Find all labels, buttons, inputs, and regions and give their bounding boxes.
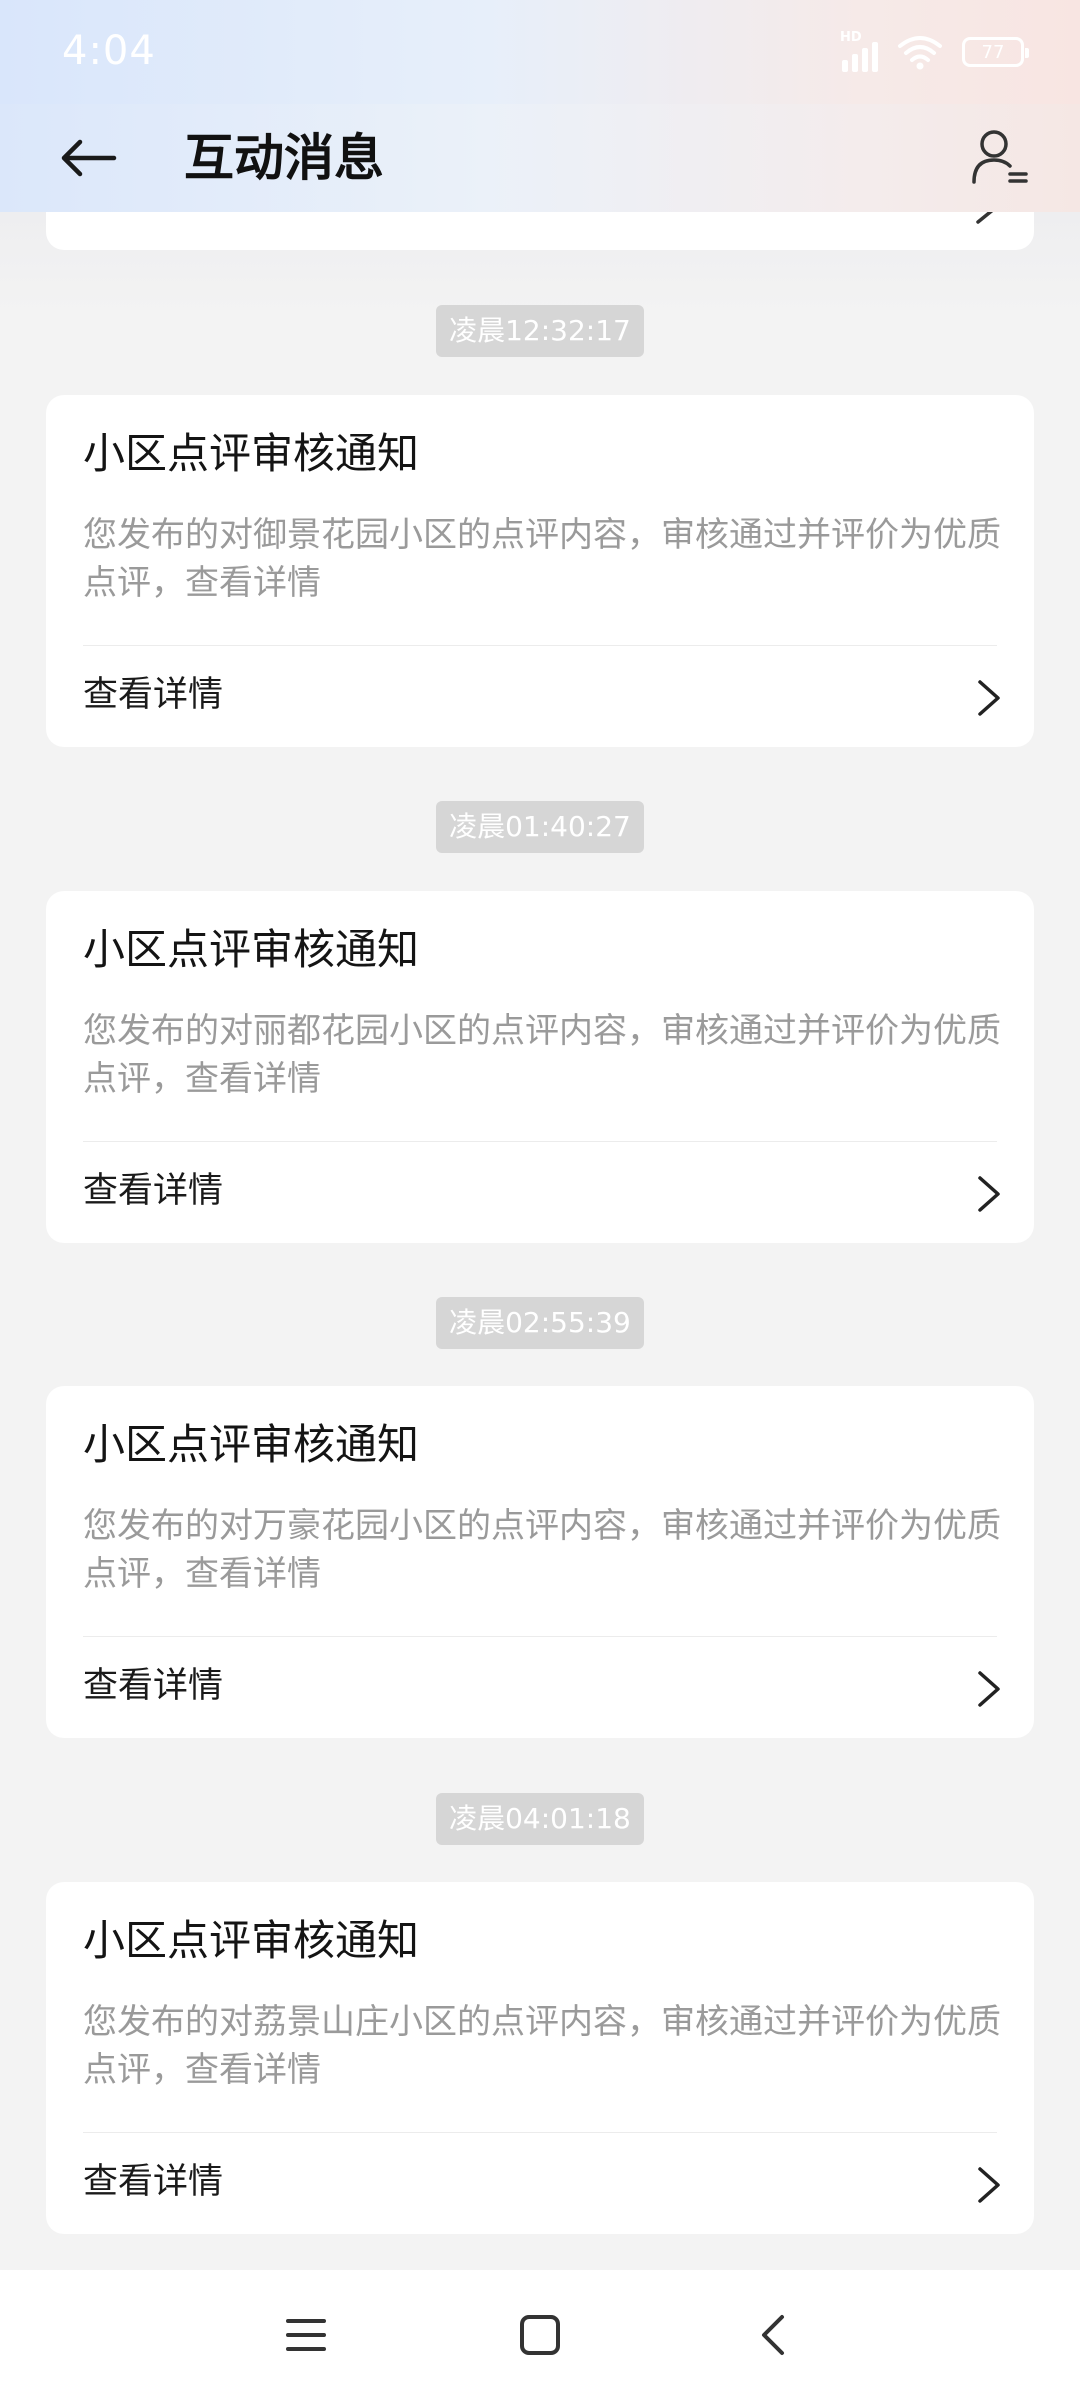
network-badge: HD <box>840 30 862 45</box>
message-title: 小区点评审核通知 <box>83 1916 420 1965</box>
battery-icon: 77 <box>962 37 1029 67</box>
message-body: 您发布的对丽都花园小区的点评内容，审核通过并评价为优质点评，查看详情 <box>83 1011 1001 1099</box>
timestamp-row: 凌晨04:01:18 <box>0 1793 1080 1845</box>
timestamp-row: 凌晨02:55:39 <box>0 1297 1080 1349</box>
system-back-button[interactable] <box>738 2300 808 2370</box>
message-timestamp: 凌晨12:32:17 <box>436 305 644 357</box>
user-list-icon <box>972 130 1028 184</box>
message-body: 您发布的对万豪花园小区的点评内容，审核通过并评价为优质点评，查看详情 <box>83 1506 1001 1594</box>
header: 互动消息 <box>0 104 1080 212</box>
chevron-right-icon <box>978 680 1000 716</box>
message-title: 小区点评审核通知 <box>83 925 420 974</box>
recent-apps-button[interactable] <box>271 2300 341 2370</box>
view-details-label: 查看详情 <box>83 675 224 715</box>
message-list[interactable]: 凌晨12:32:17 小区点评审核通知 您发布的对御景花园小区的点评内容，审核通… <box>0 0 1080 2270</box>
message-title: 小区点评审核通知 <box>83 1420 420 1469</box>
view-details-label: 查看详情 <box>83 1666 224 1706</box>
home-button[interactable] <box>505 2300 575 2370</box>
message-card: 小区点评审核通知 您发布的对御景花园小区的点评内容，审核通过并评价为优质点评，查… <box>46 395 1034 747</box>
view-details-button[interactable]: 查看详情 <box>46 646 1034 746</box>
message-card: 小区点评审核通知 您发布的对丽都花园小区的点评内容，审核通过并评价为优质点评，查… <box>46 891 1034 1243</box>
message-timestamp: 凌晨04:01:18 <box>436 1793 644 1845</box>
message-card: 小区点评审核通知 您发布的对万豪花园小区的点评内容，审核通过并评价为优质点评，查… <box>46 1386 1034 1738</box>
back-icon <box>762 2315 784 2355</box>
message-title: 小区点评审核通知 <box>83 429 420 478</box>
timestamp-row: 凌晨12:32:17 <box>0 305 1080 357</box>
message-body: 您发布的对荔景山庄小区的点评内容，审核通过并评价为优质点评，查看详情 <box>83 2002 1001 2090</box>
chevron-right-icon <box>978 1671 1000 1707</box>
signal-icon: HD <box>840 30 878 72</box>
message-body: 您发布的对御景花园小区的点评内容，审核通过并评价为优质点评，查看详情 <box>83 515 1001 603</box>
battery-level: 77 <box>981 41 1005 63</box>
status-icons: HD 77 <box>840 28 1029 76</box>
page-title: 互动消息 <box>184 129 384 187</box>
message-card: 小区点评审核通知 您发布的对荔景山庄小区的点评内容，审核通过并评价为优质点评，查… <box>46 1882 1034 2234</box>
message-timestamp: 凌晨02:55:39 <box>436 1297 644 1349</box>
timestamp-row: 凌晨01:40:27 <box>0 801 1080 853</box>
menu-icon <box>286 2319 326 2351</box>
message-timestamp: 凌晨01:40:27 <box>436 801 644 853</box>
chevron-right-icon <box>978 1176 1000 1212</box>
view-details-label: 查看详情 <box>83 1171 224 1211</box>
profile-button[interactable] <box>964 122 1036 194</box>
chevron-right-icon <box>978 2167 1000 2203</box>
back-button[interactable] <box>52 122 124 194</box>
wifi-icon <box>898 36 942 70</box>
view-details-button[interactable]: 查看详情 <box>46 2133 1034 2233</box>
home-icon <box>520 2315 560 2355</box>
navigation-bar <box>0 2270 1080 2400</box>
view-details-button[interactable]: 查看详情 <box>46 1142 1034 1242</box>
view-details-button[interactable]: 查看详情 <box>46 1637 1034 1737</box>
arrow-left-icon <box>61 139 117 177</box>
view-details-label: 查看详情 <box>83 2162 224 2202</box>
status-bar: 4:04 HD 77 <box>0 0 1080 104</box>
status-time: 4:04 <box>62 28 156 74</box>
